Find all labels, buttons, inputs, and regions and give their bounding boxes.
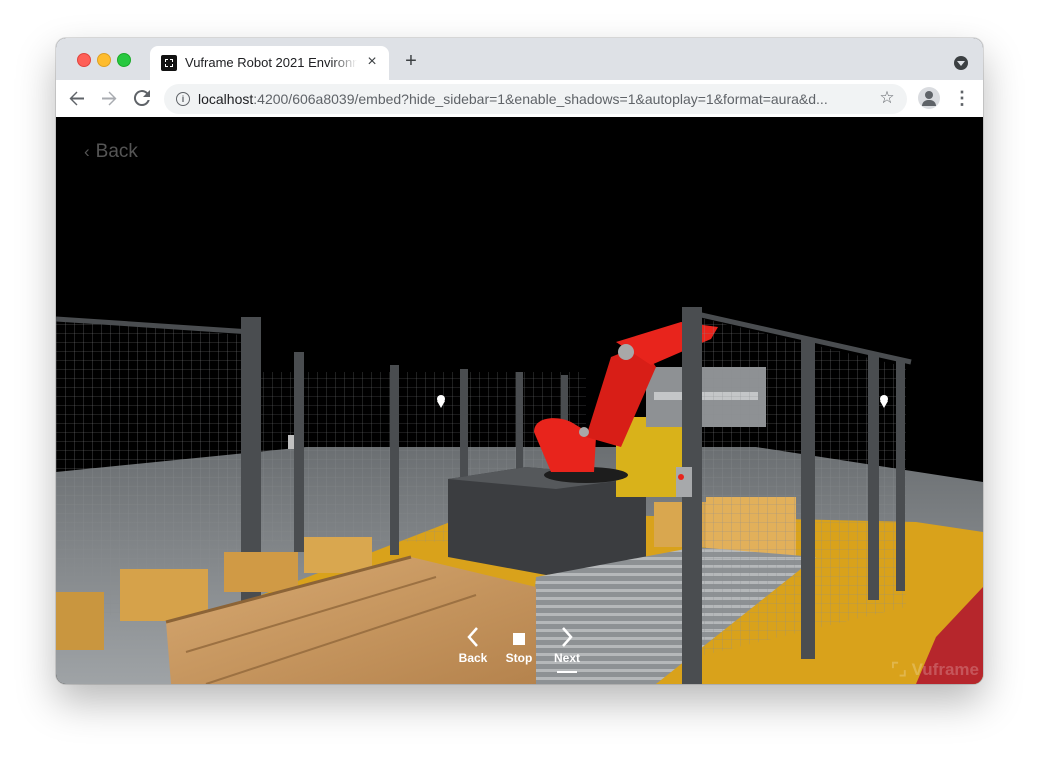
fence-post — [868, 355, 879, 600]
door-switch-light — [678, 474, 684, 480]
tour-back-button[interactable]: Back — [451, 625, 495, 675]
vuframe-watermark: ⌜⌟ Vuframe — [890, 660, 979, 679]
reload-icon[interactable] — [130, 86, 154, 110]
fence-post — [390, 365, 399, 555]
fence-sensor — [288, 435, 294, 449]
chevron-left-icon — [451, 625, 495, 651]
browser-tab-active[interactable]: Vuframe Robot 2021 Environment × — [150, 46, 389, 80]
fence-post — [294, 352, 304, 552]
browser-toolbar: i localhost:4200/606a8039/embed?hide_sid… — [56, 80, 983, 118]
3d-viewer[interactable]: ‹ Back Back Stop Next ⌜⌟ Vuframe — [56, 117, 983, 684]
fence-post — [801, 339, 815, 659]
browser-window: Vuframe Robot 2021 Environment × + i loc… — [56, 38, 983, 684]
tour-next-button[interactable]: Next — [545, 625, 589, 675]
forward-arrow-icon[interactable] — [97, 86, 121, 110]
fence-door-switch — [676, 467, 692, 497]
tour-back-label: Back — [458, 651, 488, 665]
vuframe-favicon-icon — [161, 55, 177, 71]
tab-strip: Vuframe Robot 2021 Environment × + — [56, 38, 983, 80]
tour-controls: Back Stop Next — [451, 625, 591, 675]
bookmark-star-icon[interactable]: ☆ — [877, 88, 897, 108]
stop-icon — [497, 625, 541, 651]
site-info-icon[interactable]: i — [176, 92, 190, 106]
tour-next-label: Next — [553, 651, 580, 665]
window-close-button[interactable] — [77, 53, 91, 67]
tab-title: Vuframe Robot 2021 Environment — [185, 55, 357, 70]
new-tab-button[interactable]: + — [401, 51, 421, 71]
tab-close-icon[interactable]: × — [364, 54, 380, 70]
tour-stop-button[interactable]: Stop — [497, 625, 541, 675]
profile-avatar-icon[interactable] — [918, 87, 940, 109]
cardboard-box — [304, 537, 372, 573]
window-minimize-button[interactable] — [97, 53, 111, 67]
chevron-left-icon: ‹ — [84, 142, 90, 161]
back-link[interactable]: ‹ Back — [84, 141, 138, 163]
robot-joint — [579, 427, 589, 437]
chevron-right-icon — [545, 625, 589, 651]
robot-joint — [618, 344, 634, 360]
back-arrow-icon[interactable] — [65, 86, 89, 110]
active-indicator — [557, 671, 577, 673]
fence-post — [896, 361, 905, 591]
back-link-label: Back — [95, 141, 138, 162]
kebab-menu-icon[interactable]: ⋮ — [953, 87, 971, 109]
url-text[interactable]: localhost:4200/606a8039/embed?hide_sideb… — [198, 91, 868, 107]
tour-stop-label: Stop — [505, 651, 533, 665]
address-bar[interactable]: i localhost:4200/606a8039/embed?hide_sid… — [164, 84, 907, 114]
robot-cell-scene[interactable] — [56, 117, 983, 684]
window-maximize-button[interactable] — [117, 53, 131, 67]
cardboard-box — [224, 552, 298, 592]
cardboard-box — [56, 592, 104, 650]
tab-search-icon[interactable] — [954, 56, 968, 70]
